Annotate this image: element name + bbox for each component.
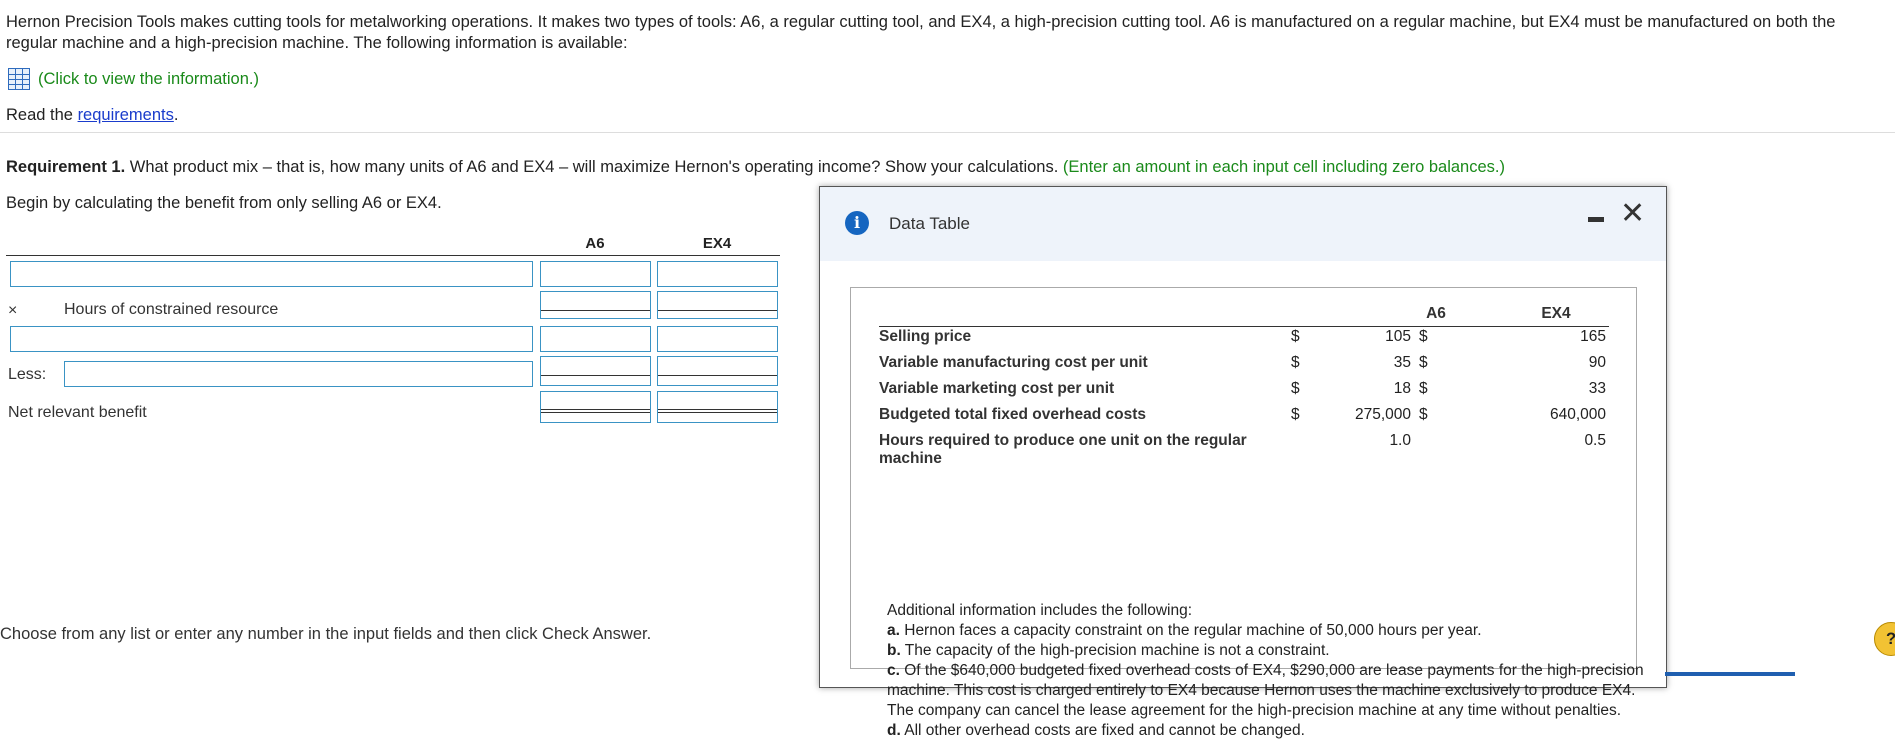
additional-intro: Additional information includes the foll… [887, 602, 1193, 619]
requirement-1-label: Requirement 1. [6, 158, 126, 176]
data-row-dollar-a6: $ [1291, 354, 1300, 371]
note-item: c. Of the $640,000 budgeted fixed overhe… [887, 661, 1657, 721]
data-row-dollar-a6: $ [1291, 380, 1300, 397]
begin-instruction: Begin by calculating the benefit from on… [6, 194, 442, 212]
less-label: Less: [8, 366, 47, 383]
note-key: c. [887, 662, 900, 679]
note-text: The capacity of the high-precision machi… [900, 642, 1330, 659]
data-row-label: Selling price [879, 328, 972, 345]
note-text: Hernon faces a capacity constraint on th… [899, 622, 1482, 639]
requirement-1-instruction: (Enter an amount in each input cell incl… [1058, 158, 1505, 176]
read-requirements-line: Read the requirements. [6, 106, 178, 125]
read-suffix: . [173, 106, 179, 124]
read-prefix: Read the [6, 106, 78, 124]
note-text: All other overhead costs are fixed and c… [900, 722, 1305, 739]
note-key: b. [887, 642, 901, 659]
modal-title: Data Table [889, 214, 970, 233]
note-item: b. The capacity of the high-precision ma… [887, 641, 1657, 661]
data-row-label: Variable manufacturing cost per unit [879, 354, 1148, 371]
minimize-icon[interactable] [1588, 217, 1604, 222]
row2-a6-input[interactable] [540, 291, 651, 319]
data-row-value-ex4: 90 [1588, 354, 1606, 371]
data-row-value-a6: 18 [1393, 380, 1411, 397]
row3-label-select[interactable] [10, 326, 533, 352]
data-row-dollar-ex4: $ [1419, 380, 1428, 397]
header-rule [6, 255, 780, 256]
requirement-1: Requirement 1. What product mix – that i… [6, 158, 1505, 177]
row3-ex4-input[interactable] [657, 326, 778, 352]
modal-header[interactable]: i Data Table ✕ [820, 187, 1666, 261]
note-text: Of the $640,000 budgeted fixed overhead … [887, 662, 1644, 719]
row1-a6-input[interactable] [540, 261, 651, 287]
row4-ex4-input[interactable] [657, 356, 778, 386]
requirement-1-question: What product mix – that is, how many uni… [125, 158, 1059, 176]
col-header-ex4: EX4 [702, 235, 732, 252]
data-header-rule [879, 326, 1609, 327]
note-key: a. [887, 622, 900, 639]
col-header-a6: A6 [585, 235, 605, 252]
close-icon[interactable]: ✕ [1620, 199, 1645, 229]
row4-a6-input[interactable] [540, 356, 651, 386]
data-row-dollar-ex4: $ [1419, 406, 1428, 423]
data-row-label: Variable marketing cost per unit [879, 380, 1115, 397]
row1-label-select[interactable] [10, 261, 533, 287]
less-label-select[interactable] [64, 361, 533, 387]
net-relevant-benefit-label: Net relevant benefit [8, 404, 147, 421]
data-row-value-a6: 35 [1393, 354, 1411, 371]
data-row-value-a6: 105 [1385, 328, 1411, 345]
data-table-modal: i Data Table ✕ A6 EX4 Selling price $105 $… [819, 186, 1667, 739]
data-row-dollar-ex4: $ [1419, 328, 1428, 345]
data-row-label: Budgeted total fixed overhead costs [879, 406, 1146, 423]
data-row-value-ex4: 33 [1588, 380, 1606, 397]
data-row-dollar-a6: $ [1291, 328, 1300, 345]
notes-list: a. Hernon faces a capacity constraint on… [887, 621, 1657, 741]
problem-intro: Hernon Precision Tools makes cutting too… [6, 13, 1836, 52]
view-information-link[interactable]: (Click to view the information.) [8, 68, 259, 90]
additional-information: Additional information includes the foll… [887, 601, 1657, 741]
data-row-dollar-a6: $ [1291, 406, 1300, 423]
note-key: d. [887, 722, 901, 739]
data-row-value-a6: 1.0 [1389, 432, 1411, 449]
data-col-a6: A6 [1426, 305, 1446, 322]
data-table: A6 EX4 Selling price $105 $165 Variable man… [850, 287, 1644, 739]
net-a6-input[interactable] [540, 391, 651, 423]
view-information-text[interactable]: (Click to view the information.) [38, 70, 259, 89]
note-item: a. Hernon faces a capacity constraint on… [887, 621, 1657, 641]
requirements-link[interactable]: requirements [78, 106, 174, 124]
row3-a6-input[interactable] [540, 326, 651, 352]
bottom-instruction: Choose from any list or enter any number… [0, 625, 652, 643]
data-row-dollar-ex4: $ [1419, 354, 1428, 371]
hours-constrained-label: Hours of constrained resource [64, 301, 279, 318]
data-row-value-ex4: 165 [1580, 328, 1606, 345]
row1-ex4-input[interactable] [657, 261, 778, 287]
divider [0, 132, 1895, 133]
info-icon: i [845, 211, 869, 235]
data-row-value-ex4: 0.5 [1584, 432, 1606, 449]
bottom-button-edge[interactable] [1665, 672, 1795, 676]
times-symbol: × [8, 302, 18, 319]
data-col-ex4: EX4 [1541, 305, 1571, 322]
table-icon [8, 68, 30, 90]
help-icon[interactable]: ? [1874, 622, 1895, 656]
data-row-value-a6: 275,000 [1354, 406, 1411, 423]
row2-ex4-input[interactable] [657, 291, 778, 319]
data-row-value-ex4: 640,000 [1549, 406, 1606, 423]
net-ex4-input[interactable] [657, 391, 778, 423]
data-row-label: Hours required to produce one unit on th… [879, 432, 1247, 467]
note-item: d. All other overhead costs are fixed an… [887, 721, 1657, 741]
